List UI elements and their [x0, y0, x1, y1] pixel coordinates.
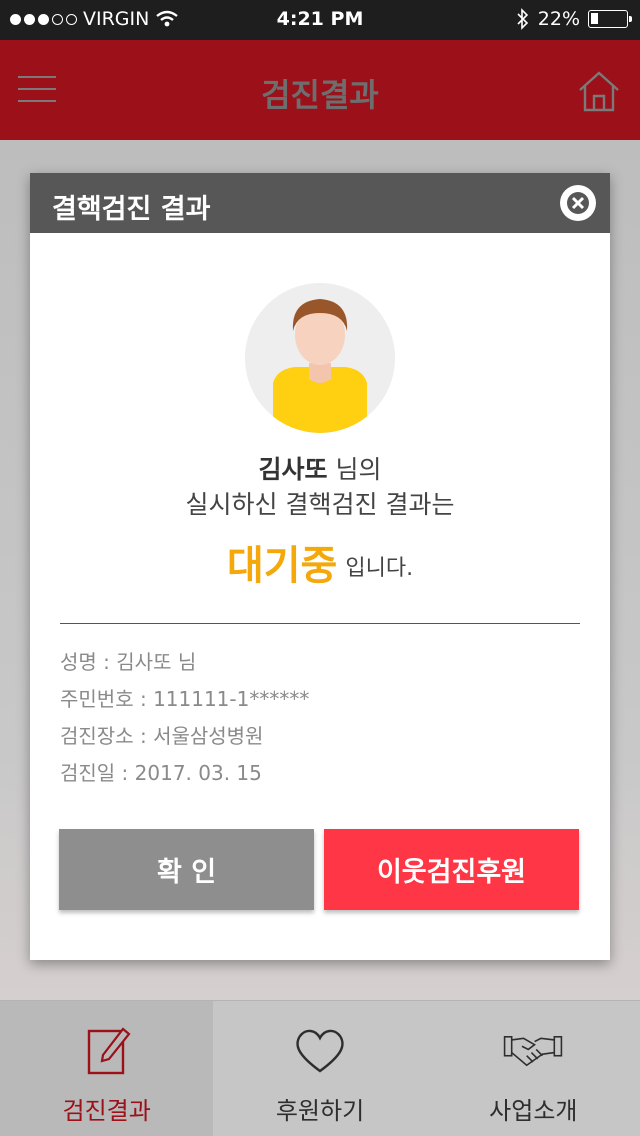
modal-header: 결핵검진 결과 — [30, 173, 610, 233]
home-icon[interactable] — [576, 68, 622, 114]
status-suffix: 입니다. — [345, 556, 414, 581]
bluetooth-icon — [517, 8, 528, 30]
tab-support[interactable]: 후원하기 — [213, 1001, 426, 1136]
greeting-line: 김사또 님의 — [30, 450, 610, 486]
page-title: 검진결과 — [261, 76, 379, 114]
modal-title: 결핵검진 결과 — [52, 194, 211, 225]
status-badge: 대기중 — [226, 543, 338, 589]
info-row-id-number: 주민번호 : 111111-1****** — [60, 687, 310, 711]
user-name: 김사또 — [258, 455, 328, 484]
app-header: 검진결과 — [0, 40, 640, 140]
heart-icon — [296, 1029, 344, 1073]
confirm-button[interactable]: 확 인 — [59, 829, 314, 910]
info-row-exam-location: 검진장소 : 서울삼성병원 — [60, 724, 264, 748]
result-description: 실시하신 결핵검진 결과는 — [185, 490, 455, 519]
user-avatar-icon — [245, 283, 395, 433]
tab-results[interactable]: 검진결과 — [0, 1001, 214, 1136]
neighbor-support-button[interactable]: 이웃검진후원 — [324, 829, 579, 910]
status-right: 22% — [516, 8, 632, 30]
handshake-icon — [504, 1036, 563, 1067]
greeting-suffix: 님의 — [327, 455, 382, 484]
status-bar: VIRGIN 4:21 PM 22% — [0, 0, 640, 40]
battery-level — [591, 13, 598, 24]
tab-label: 사업소개 — [489, 1097, 578, 1125]
divider — [60, 623, 580, 624]
tab-label: 검진결과 — [62, 1097, 151, 1125]
battery-icon — [588, 10, 632, 28]
edit-document-icon — [87, 1027, 131, 1075]
result-status-line: 대기중 입니다. — [30, 533, 610, 591]
close-icon[interactable] — [560, 185, 596, 221]
battery-percent: 22% — [537, 8, 580, 30]
tab-business[interactable]: 사업소개 — [427, 1001, 640, 1136]
exam-info-list: 성명 : 김사또 님 주민번호 : 111111-1****** 검진장소 : … — [60, 649, 309, 797]
info-row-name: 성명 : 김사또 님 — [60, 650, 197, 674]
info-row-exam-date: 검진일 : 2017. 03. 15 — [60, 761, 262, 785]
result-modal: 결핵검진 결과 김사또 님의 실시하신 결핵검진 결과는 대기중 입니다. 성명… — [30, 173, 610, 960]
screen: VIRGIN 4:21 PM 22% 검진결과 검진결과 후원하기 사업소개 결… — [0, 0, 640, 1136]
tab-label: 후원하기 — [275, 1097, 365, 1125]
bottom-tab-bar: 검진결과 후원하기 사업소개 — [0, 1000, 640, 1136]
